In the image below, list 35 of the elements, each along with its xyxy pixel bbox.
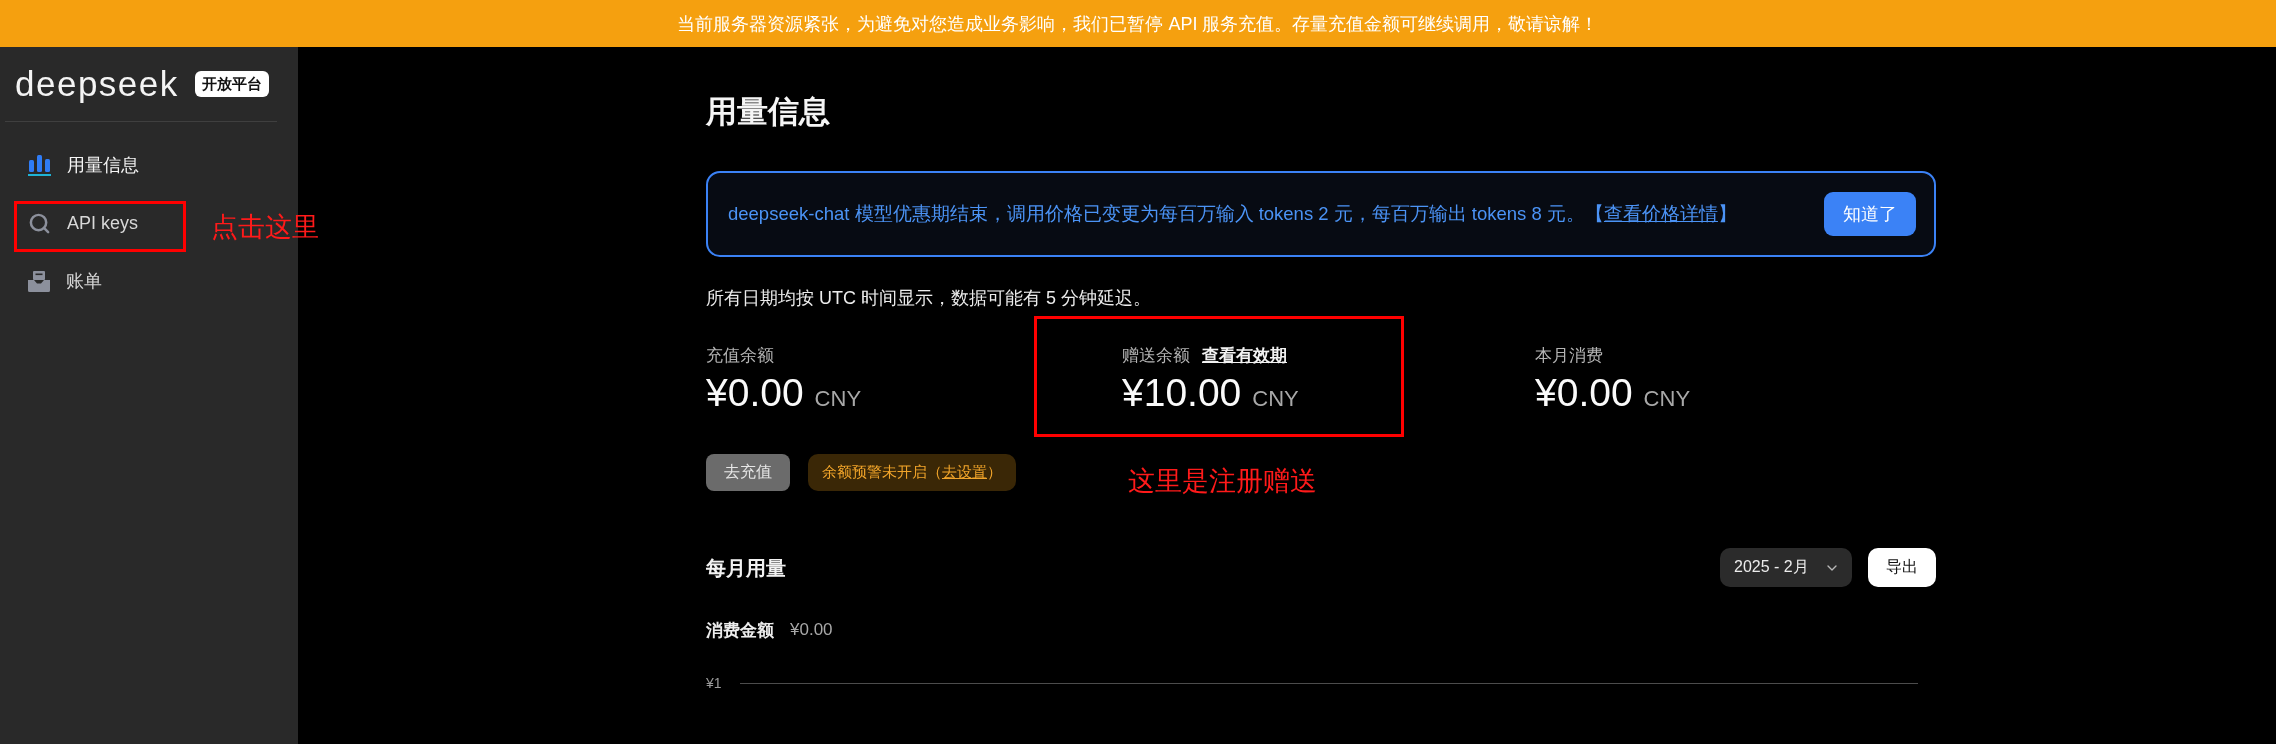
validity-link[interactable]: 查看有效期 <box>1202 343 1287 367</box>
spend-label: 消费金额 <box>706 619 774 642</box>
annotation-label: 这里是注册赠送 <box>1128 465 1317 497</box>
page-title: 用量信息 <box>706 93 831 131</box>
section-title: 每月用量 <box>706 555 786 581</box>
price-details-link[interactable]: 查看价格详情 <box>1603 203 1718 224</box>
balance-alert-badge: 余额预警未开启（去设置） <box>808 454 1016 491</box>
announcement-banner: 当前服务器资源紧张，为避免对您造成业务影响，我们已暂停 API 服务充值。存量充值金额可继续调用，敬请谅解！ <box>0 0 2276 47</box>
sidebar-item[interactable]: 用量信息 <box>14 140 186 190</box>
balance-label: 充值余额 <box>706 344 774 367</box>
sidebar-item[interactable]: API keys <box>14 198 186 248</box>
currency-label: CNY <box>1643 386 1691 412</box>
timezone-note: 所有日期均按 UTC 时间显示，数据可能有 5 分钟延迟。 <box>706 287 1152 310</box>
balance-label: 本月消费 <box>1535 344 1603 367</box>
bar-chart-icon <box>28 154 51 176</box>
export-button[interactable]: 导出 <box>1868 548 1936 587</box>
sidebar-item[interactable]: 账单 <box>14 256 186 306</box>
currency-label: CNY <box>1252 386 1299 412</box>
balance-label: 赠送余额 <box>1122 344 1190 367</box>
acknowledge-button[interactable]: 知道了 <box>1824 192 1916 236</box>
balance-amount: ¥0.00 <box>1535 370 1633 416</box>
month-select[interactable]: 2025 - 2月 <box>1720 548 1852 587</box>
notice-text: deepseek-chat 模型优惠期结束，调用价格已变更为每百万输入 tokens 2 元，每百万输出 tokens 8 元。【查看价格详情】 <box>728 202 1737 226</box>
axis-tick-label: ¥1 <box>706 675 722 691</box>
currency-label: CNY <box>814 386 862 412</box>
balance-amount: ¥10.00 <box>1122 370 1242 416</box>
search-icon <box>28 211 51 235</box>
spend-value: ¥0.00 <box>790 620 833 640</box>
logo-text: deepseek <box>15 64 179 104</box>
balance-amount: ¥0.00 <box>706 370 804 416</box>
recharge-button[interactable]: 去充值 <box>706 454 790 491</box>
annotation-label: 点击这里 <box>211 211 319 243</box>
platform-badge: 开放平台 <box>194 71 269 97</box>
alert-settings-link[interactable]: 去设置 <box>942 463 987 482</box>
tray-icon <box>28 270 50 292</box>
